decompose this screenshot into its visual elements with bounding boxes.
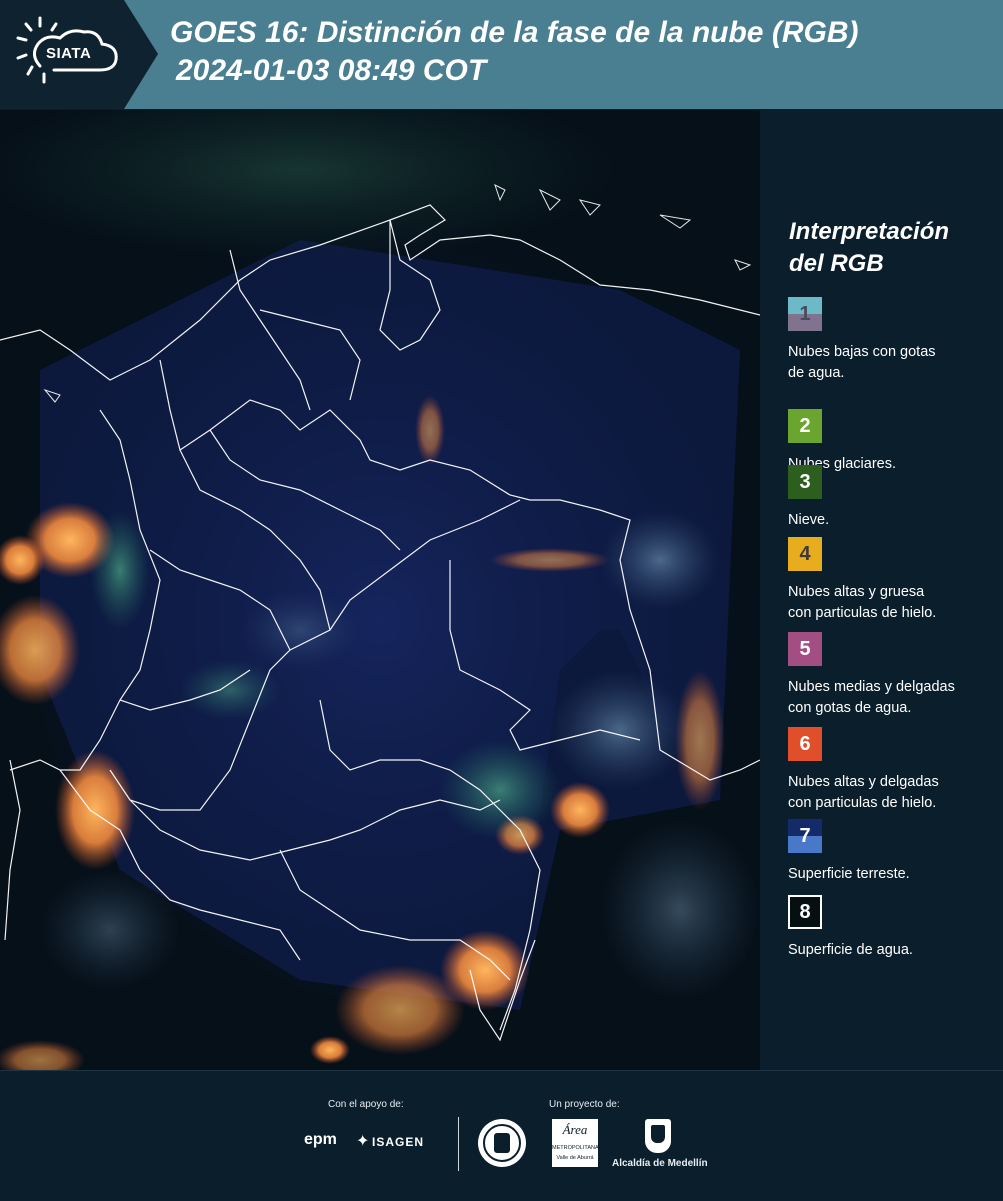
legend-swatch-number: 6 bbox=[799, 732, 811, 755]
isagen-logo: ISAGEN bbox=[372, 1135, 425, 1149]
isagen-icon: ✦ bbox=[356, 1133, 370, 1150]
legend-title-line-1: Interpretación bbox=[789, 218, 950, 245]
legend-label-line-1: Nieve. bbox=[788, 512, 830, 528]
legend-swatch-3: 3 bbox=[788, 465, 822, 499]
legend-swatch-4: 4 bbox=[788, 537, 822, 571]
area-logo-sub2: Valle de Aburrá bbox=[556, 1155, 594, 1161]
legend-label-7: Superficie terreste. bbox=[788, 864, 1003, 885]
legend-label-3: Nieve. bbox=[788, 510, 1003, 531]
legend-swatch-5: 5 bbox=[788, 632, 822, 666]
legend-swatch-1: 1 bbox=[788, 297, 822, 331]
legend-swatch-number: 2 bbox=[799, 414, 811, 437]
footer: Con el apoyo de: Un proyecto de: epm ✦ I… bbox=[0, 1070, 1003, 1201]
legend-label-line-1: Nubes medias y delgadas bbox=[788, 679, 955, 695]
medellin-seal-icon bbox=[478, 1119, 526, 1167]
footer-separator bbox=[458, 1117, 459, 1171]
legend-swatch-number: 3 bbox=[799, 470, 811, 493]
legend-swatch-number: 7 bbox=[799, 824, 811, 847]
legend-label-6: Nubes altas y delgadas con particulas de … bbox=[788, 772, 1003, 814]
legend-label-line-2: con particulas de hielo. bbox=[788, 605, 937, 621]
legend-label-1: Nubes bajas con gotas de agua. bbox=[788, 342, 1003, 384]
satellite-map bbox=[0, 110, 760, 1070]
legend-label-line-1: Superficie terreste. bbox=[788, 866, 910, 882]
legend-label-line-2: de agua. bbox=[788, 365, 845, 381]
project-label: Un proyecto de: bbox=[549, 1099, 620, 1110]
legend-swatch-8: 8 bbox=[788, 895, 822, 929]
legend-label-8: Superficie de agua. bbox=[788, 940, 1003, 961]
legend-swatch-2: 2 bbox=[788, 409, 822, 443]
map-image bbox=[0, 110, 760, 1070]
header: SIATA GOES 16: Distinción de la fase de … bbox=[0, 0, 1003, 109]
legend-title: Interpretación del RGB bbox=[789, 216, 989, 280]
legend-label-4: Nubes altas y gruesa con particulas de hi… bbox=[788, 582, 1003, 624]
legend-label-line-1: Superficie de agua. bbox=[788, 942, 913, 958]
legend-label-line-1: Nubes altas y gruesa bbox=[788, 584, 925, 600]
legend-swatch-6: 6 bbox=[788, 727, 822, 761]
legend-label-5: Nubes medias y delgadas con gotas de agua… bbox=[788, 677, 1003, 719]
legend-title-line-2: del RGB bbox=[789, 250, 884, 277]
area-metropolitana-logo: Área METROPOLITANA Valle de Aburrá bbox=[552, 1119, 599, 1167]
page-title: GOES 16: Distinción de la fase de la nub… bbox=[170, 14, 858, 90]
epm-logo: epm bbox=[304, 1131, 337, 1148]
legend-swatch-7: 7 bbox=[788, 819, 822, 853]
alcaldia-label: Alcaldía de Medellín bbox=[612, 1158, 708, 1169]
legend-swatch-number: 1 bbox=[799, 302, 811, 325]
legend-swatch-number: 5 bbox=[799, 637, 811, 660]
area-logo-sub1: METROPOLITANA bbox=[552, 1145, 599, 1151]
legend-panel: Interpretación del RGB 1 Nubes bajas con … bbox=[760, 110, 1003, 1070]
title-line-1: GOES 16: Distinción de la fase de la nub… bbox=[170, 16, 859, 49]
siata-logo-panel: SIATA bbox=[0, 0, 158, 109]
support-label: Con el apoyo de: bbox=[328, 1099, 404, 1110]
title-line-2: 2024-01-03 08:49 COT bbox=[176, 54, 487, 87]
legend-label-line-2: con particulas de hielo. bbox=[788, 795, 937, 811]
area-logo-text: Área bbox=[562, 1122, 588, 1137]
siata-logo-text: SIATA bbox=[46, 45, 92, 62]
legend-swatch-number: 4 bbox=[799, 542, 811, 565]
legend-swatch-number: 8 bbox=[799, 900, 811, 923]
legend-label-line-1: Nubes altas y delgadas bbox=[788, 774, 939, 790]
legend-label-line-2: con gotas de agua. bbox=[788, 700, 912, 716]
legend-label-line-1: Nubes bajas con gotas bbox=[788, 344, 936, 360]
alcaldia-shield-icon bbox=[645, 1119, 671, 1153]
